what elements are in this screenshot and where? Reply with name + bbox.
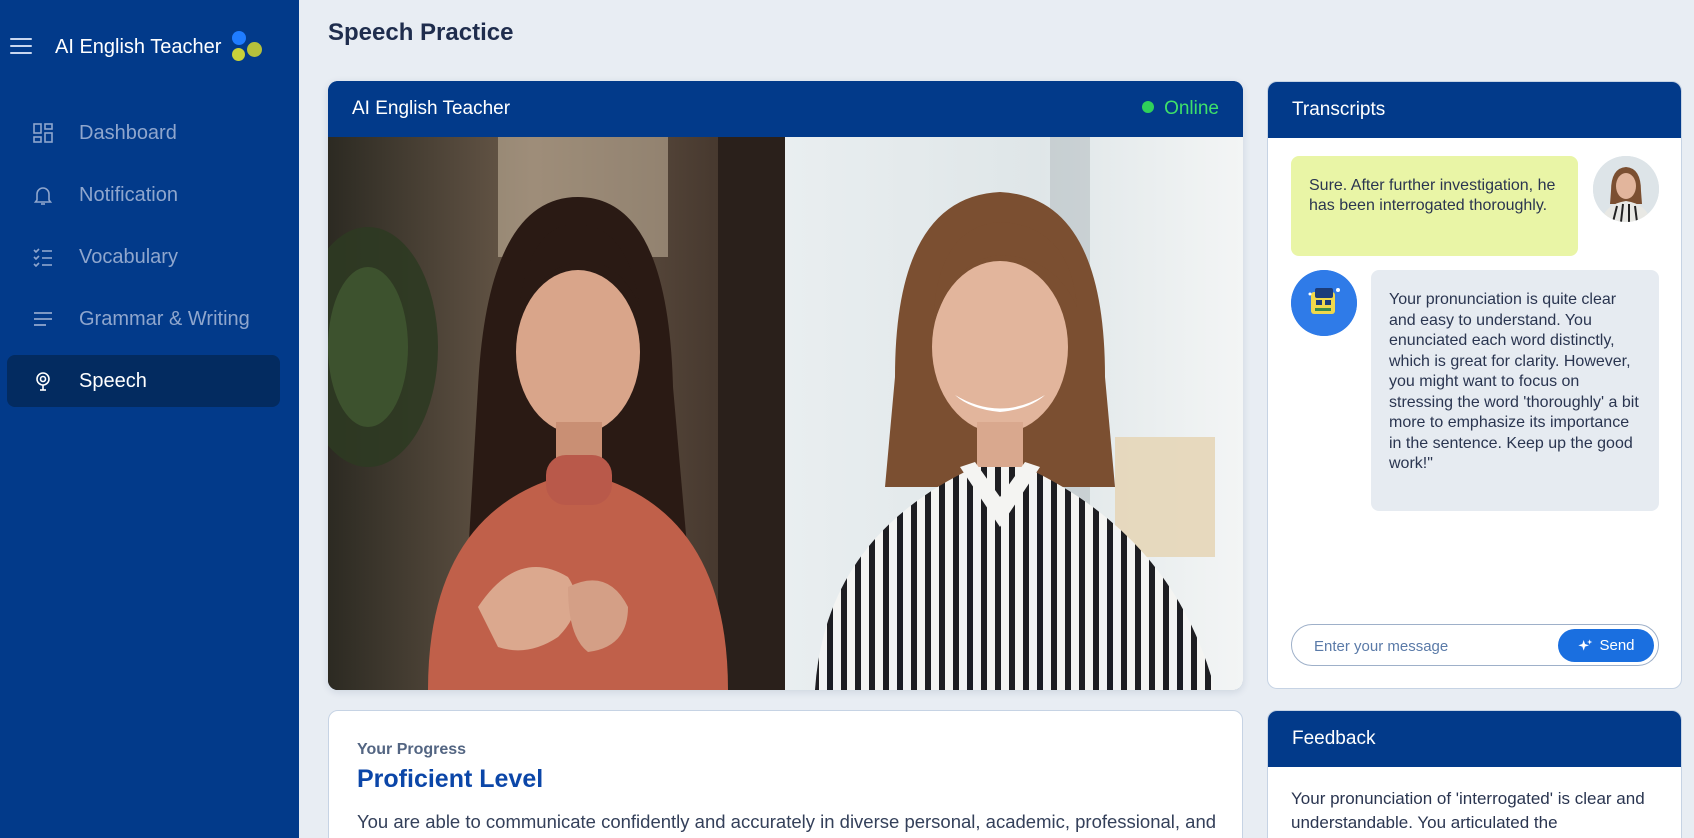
progress-level: Proficient Level [357, 765, 544, 793]
sparkle-icon [1578, 638, 1593, 651]
video-call-card: AI English Teacher Online [328, 81, 1243, 690]
transcripts-panel: Transcripts Sure. After further investig… [1267, 81, 1682, 689]
progress-card: Your Progress Proficient Level You are a… [328, 710, 1243, 838]
bell-icon [33, 187, 53, 205]
feedback-text: Your pronunciation of 'interrogated' is … [1291, 789, 1645, 832]
sidebar-item-notification[interactable]: Notification [7, 169, 280, 221]
message-composer: Send [1291, 624, 1659, 666]
send-button[interactable]: Send [1558, 629, 1654, 662]
sidebar-item-label: Speech [79, 370, 147, 392]
text-lines-icon [34, 312, 52, 326]
menu-icon[interactable] [10, 38, 32, 54]
status-label: Online [1164, 98, 1219, 119]
feedback-title: Feedback [1292, 728, 1376, 749]
progress-kicker: Your Progress [357, 741, 467, 758]
bot-avatar [1291, 270, 1357, 336]
teacher-video[interactable] [328, 137, 785, 690]
checklist-icon [33, 248, 52, 268]
user-avatar [1593, 156, 1659, 222]
transcripts-title: Transcripts [1292, 99, 1386, 120]
send-label: Send [1599, 637, 1635, 654]
microphone-icon [36, 372, 50, 391]
brand: AI English Teacher [0, 26, 299, 68]
sidebar-item-speech[interactable]: Speech [7, 355, 280, 407]
sidebar-item-grammar-writing[interactable]: Grammar & Writing [7, 293, 280, 345]
status-badge: Online [1142, 98, 1219, 120]
feedback-header: Feedback [1268, 711, 1681, 767]
progress-description: You are able to communicate confidently … [357, 811, 1217, 838]
sidebar-item-label: Notification [79, 184, 178, 206]
sidebar-nav: Dashboard Notification Vocabulary Gramma… [7, 107, 280, 417]
message-input[interactable] [1314, 635, 1544, 657]
sidebar-item-vocabulary[interactable]: Vocabulary [7, 231, 280, 283]
feedback-panel: Feedback Your pronunciation of 'interrog… [1267, 710, 1682, 838]
sidebar-item-label: Grammar & Writing [79, 308, 250, 330]
user-message-bubble: Sure. After further investigation, he ha… [1291, 156, 1578, 256]
dashboard-icon [33, 123, 53, 143]
sidebar: AI English Teacher Dashboard Notificatio… [0, 0, 299, 838]
video-card-title: AI English Teacher [352, 98, 511, 119]
app-title: AI English Teacher [55, 36, 222, 58]
sidebar-item-label: Dashboard [79, 122, 177, 144]
student-video[interactable] [785, 137, 1243, 690]
sidebar-item-label: Vocabulary [79, 246, 178, 268]
transcripts-header: Transcripts [1268, 82, 1681, 138]
sidebar-item-dashboard[interactable]: Dashboard [7, 107, 280, 159]
logo-icon [230, 28, 266, 64]
teacher-video-image [328, 137, 785, 690]
online-dot-icon [1142, 101, 1155, 113]
student-video-image [785, 137, 1243, 690]
video-card-header: AI English Teacher Online [328, 81, 1243, 137]
bot-message-bubble: Your pronunciation is quite clear and ea… [1371, 270, 1659, 511]
page-title: Speech Practice [328, 19, 514, 46]
